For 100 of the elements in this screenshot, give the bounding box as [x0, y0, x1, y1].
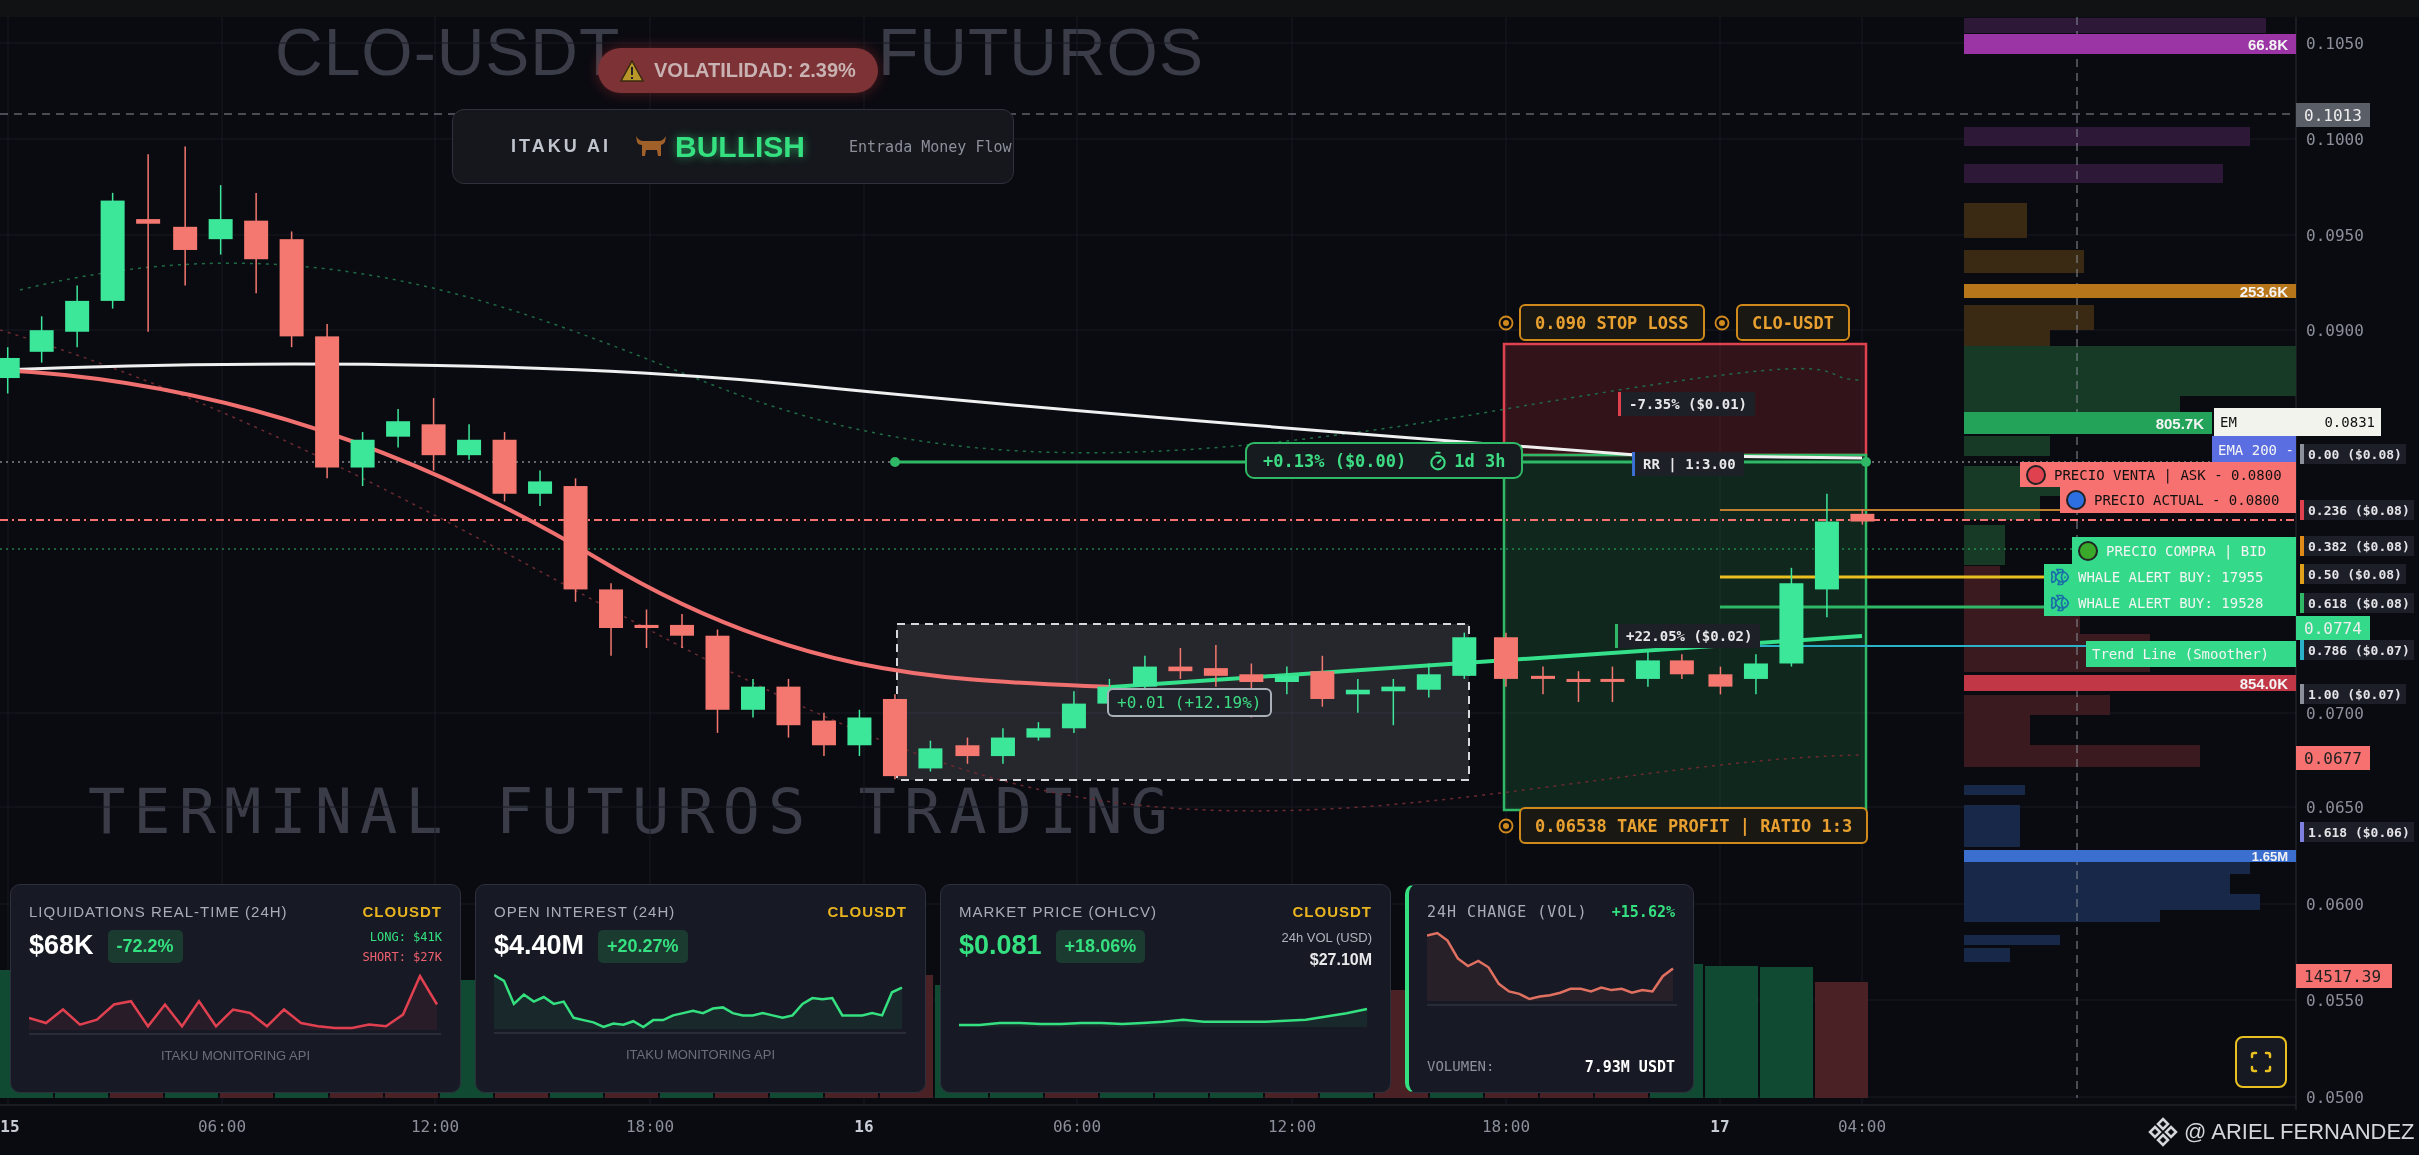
fib-level-text: 0.618 ($0.08) [2308, 595, 2410, 611]
change-badge: -72.2% [107, 930, 183, 963]
target-icon [1714, 315, 1730, 331]
candle [1026, 721, 1051, 742]
volume-label: VOLUMEN: [1427, 1058, 1495, 1076]
candle [990, 727, 1015, 765]
marker-dot-icon [2026, 464, 2046, 485]
measure-change: +0.13% ($0.00) [1263, 450, 1407, 471]
card-title: OPEN INTEREST (24H) [494, 903, 676, 920]
price-tick: 0.0900 [2306, 320, 2364, 340]
candle [776, 678, 801, 739]
candle [1635, 650, 1660, 688]
indicator-label: PRECIO COMPRA | BID [2106, 542, 2267, 559]
candle [1850, 508, 1875, 526]
range-label: +0.01 (+12.19%) [1107, 688, 1272, 717]
time-tick: 12:00 [410, 1117, 460, 1136]
target-icon [1498, 315, 1514, 331]
candle [1168, 647, 1193, 680]
candle [1061, 690, 1086, 734]
fib-level-text: 0.00 ($0.08) [2308, 446, 2402, 462]
candle [1310, 655, 1335, 708]
stat-value: $68K [29, 930, 94, 961]
measure-duration: 1d 3h [1454, 450, 1506, 471]
long-amount: LONG: $41K [369, 930, 442, 944]
price-tick: 0.0600 [2306, 894, 2364, 914]
symbol-label: CLOUSDT [362, 903, 442, 920]
fib-level-text: 0.50 ($0.08) [2308, 566, 2402, 582]
price-tick: 0.0950 [2306, 225, 2364, 245]
volume-profile-bar: 805.7K [1964, 412, 2212, 434]
fib-level-text: 0.786 ($0.07) [2308, 642, 2410, 658]
fullscreen-button[interactable] [2235, 1036, 2287, 1088]
price-tag: 14517.39 [2296, 964, 2392, 988]
candle [65, 284, 90, 348]
volume-profile-bar [1964, 948, 2010, 962]
take-profit-tag: 0.06538 TAKE PROFIT | RATIO 1:3 [1519, 807, 1869, 844]
symbol-label: CLOUSDT [1292, 903, 1372, 920]
symbol-label: CLOUSDT [827, 903, 907, 920]
indicator-label: EM [2220, 414, 2237, 430]
volume-value: $27.10M [1309, 951, 1372, 969]
candle [386, 408, 411, 449]
stop-loss-tag: 0.090 STOP LOSS [1519, 304, 1705, 341]
loss-percent-tag: -7.35% ($0.01) [1618, 392, 1755, 416]
change-badge: +18.06% [1055, 930, 1146, 963]
symbol-tag: CLO-USDT [1736, 304, 1850, 341]
card-title: LIQUIDATIONS REAL-TIME (24H) [29, 903, 288, 920]
candle [1566, 670, 1591, 703]
candle [1452, 631, 1477, 680]
gain-percent-tag: +22.05% ($0.02) [1615, 624, 1761, 648]
author-credit: @ ARIEL FERNANDEZ [2184, 1119, 2415, 1145]
price-tick: 0.0550 [2306, 990, 2364, 1010]
indicator-label: WHALE ALERT BUY: 17955 [2078, 569, 2264, 585]
candle [1416, 662, 1441, 699]
candle [350, 431, 375, 487]
candle [0, 346, 20, 395]
candle [1345, 678, 1370, 714]
price-tick: 0.0700 [2306, 703, 2364, 723]
volume-profile-bar: 253.6K [1964, 284, 2296, 298]
candle [634, 608, 659, 649]
candle [1203, 644, 1228, 688]
price-tick: 0.1050 [2306, 33, 2364, 53]
candle [1381, 678, 1406, 726]
price-tick: 0.1000 [2306, 129, 2364, 149]
stat-value: $4.40M [494, 930, 585, 961]
marker-dot-icon [2078, 540, 2098, 561]
time-tick: 15 [0, 1117, 20, 1136]
candle [811, 712, 836, 757]
time-tick: 18:00 [1481, 1117, 1531, 1136]
candle [1708, 665, 1733, 696]
short-amount: SHORT: $27K [362, 950, 442, 964]
signal-source: ITAKU AI [511, 136, 611, 157]
candle [492, 431, 517, 503]
candle [208, 184, 233, 256]
volume-profile-bar [1964, 805, 2020, 847]
indicator-label: WHALE ALERT BUY: 19528 [2078, 595, 2264, 611]
time-tick: 06:00 [1052, 1117, 1102, 1136]
indicator-value: 0.0831 [2324, 414, 2375, 430]
volatility-text: VOLATILIDAD: 2.39% [654, 59, 856, 82]
candle [741, 678, 765, 719]
fullscreen-icon [2249, 1050, 2273, 1074]
volume-profile-bar: 1.65M [1964, 850, 2296, 862]
indicator-label: Trend Line (Smoother) [2092, 646, 2269, 662]
price-tag: 0.0774 [2296, 616, 2370, 640]
indicator-label: PRECIO VENTA | ASK - 0.0800 [2054, 466, 2282, 483]
candle [1531, 665, 1555, 696]
candle [1493, 631, 1518, 688]
price-tick: 0.0650 [2306, 797, 2364, 817]
candle [918, 739, 943, 773]
card-title: MARKET PRICE (OHLCV) [959, 903, 1158, 920]
time-tick: 06:00 [197, 1117, 247, 1136]
change-value: +15.62% [1611, 903, 1675, 921]
time-tick: 04:00 [1837, 1117, 1887, 1136]
price-tag: 0.0677 [2296, 746, 2370, 770]
volume-profile-bar: 854.0K [1964, 675, 2296, 691]
candle [1274, 665, 1299, 696]
time-tick: 12:00 [1267, 1117, 1317, 1136]
stat-value: $0.081 [959, 930, 1042, 961]
candle [1600, 665, 1625, 703]
volume-label: 24h VOL (USD) [1281, 930, 1372, 945]
price-tick: 0.0500 [2306, 1087, 2364, 1107]
volume-profile-bar [1964, 785, 2025, 795]
